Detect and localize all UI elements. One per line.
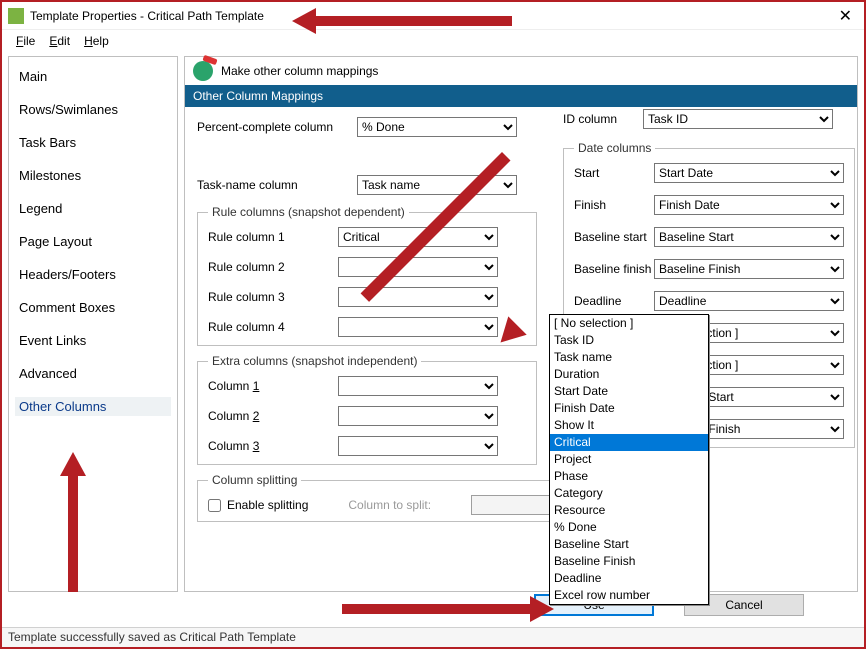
menu-help[interactable]: Help — [84, 34, 109, 48]
dropdown-option[interactable]: Phase — [550, 468, 708, 485]
rule2-label: Rule column 2 — [208, 260, 338, 274]
enable-splitting-checkbox[interactable] — [208, 499, 221, 512]
sidebar-item-headers-footers[interactable]: Headers/Footers — [15, 265, 171, 284]
percent-complete-select[interactable]: % Done — [357, 117, 517, 137]
column1-label: Column 1 — [208, 379, 338, 393]
dropdown-option[interactable]: Baseline Finish — [550, 553, 708, 570]
dropdown-option[interactable]: Duration — [550, 366, 708, 383]
column2-label: Column 2 — [208, 409, 338, 423]
extra-columns-group: Extra columns (snapshot independent) Col… — [197, 354, 537, 465]
dropdown-option[interactable]: Critical — [550, 434, 708, 451]
baseline-start-label: Baseline start — [574, 230, 654, 244]
mapping-icon — [193, 61, 213, 81]
id-column-select[interactable]: Task ID — [643, 109, 833, 129]
app-icon — [8, 8, 24, 24]
column3-select[interactable] — [338, 436, 498, 456]
menu-file[interactable]: File — [16, 34, 35, 48]
column2-select[interactable] — [338, 406, 498, 426]
dropdown-option[interactable]: Finish Date — [550, 400, 708, 417]
rule4-select[interactable] — [338, 317, 498, 337]
rule2-select[interactable] — [338, 257, 498, 277]
dropdown-option[interactable]: Task name — [550, 349, 708, 366]
rule-columns-legend: Rule columns (snapshot dependent) — [208, 205, 409, 219]
rule-columns-group: Rule columns (snapshot dependent) Rule c… — [197, 205, 537, 346]
sidebar-item-comment-boxes[interactable]: Comment Boxes — [15, 298, 171, 317]
rule1-dropdown-list[interactable]: [ No selection ]Task IDTask nameDuration… — [549, 314, 709, 605]
rule1-label: Rule column 1 — [208, 230, 338, 244]
rule4-label: Rule column 4 — [208, 320, 338, 334]
rule3-label: Rule column 3 — [208, 290, 338, 304]
dropdown-option[interactable]: % Done — [550, 519, 708, 536]
deadline-label: Deadline — [574, 294, 654, 308]
sidebar: Main Rows/Swimlanes Task Bars Milestones… — [8, 56, 178, 592]
dropdown-option[interactable]: Baseline Start — [550, 536, 708, 553]
deadline-select[interactable]: Deadline — [654, 291, 844, 311]
status-bar: Template successfully saved as Critical … — [2, 627, 864, 647]
extra-columns-legend: Extra columns (snapshot independent) — [208, 354, 421, 368]
dropdown-option[interactable]: Category — [550, 485, 708, 502]
task-name-select[interactable]: Task name — [357, 175, 517, 195]
main-panel: Make other column mappings Other Column … — [184, 56, 858, 592]
baseline-finish-select[interactable]: Baseline Finish — [654, 259, 844, 279]
rule3-select[interactable] — [338, 287, 498, 307]
enable-splitting-check[interactable]: Enable splitting — [208, 498, 308, 512]
finish-select[interactable]: Finish Date — [654, 195, 844, 215]
column3-label: Column 3 — [208, 439, 338, 453]
sidebar-item-milestones[interactable]: Milestones — [15, 166, 171, 185]
task-name-label: Task-name column — [197, 178, 357, 192]
baseline-start-select[interactable]: Baseline Start — [654, 227, 844, 247]
sidebar-item-main[interactable]: Main — [15, 67, 171, 86]
section-title: Other Column Mappings — [185, 85, 857, 107]
sidebar-item-rows-swimlanes[interactable]: Rows/Swimlanes — [15, 100, 171, 119]
sidebar-item-page-layout[interactable]: Page Layout — [15, 232, 171, 251]
column-to-split-label: Column to split: — [348, 498, 431, 512]
sidebar-item-advanced[interactable]: Advanced — [15, 364, 171, 383]
panel-subtitle: Make other column mappings — [221, 64, 378, 78]
menu-bar: File Edit Help — [2, 30, 864, 52]
dropdown-option[interactable]: Deadline — [550, 570, 708, 587]
dropdown-option[interactable]: Excel row number — [550, 587, 708, 604]
dropdown-option[interactable]: Show It — [550, 417, 708, 434]
date-columns-legend: Date columns — [574, 141, 655, 155]
dropdown-option[interactable]: Project — [550, 451, 708, 468]
baseline-finish-label: Baseline finish — [574, 262, 654, 276]
menu-edit[interactable]: Edit — [49, 34, 70, 48]
dropdown-option[interactable]: [ No selection ] — [550, 315, 708, 332]
sidebar-item-task-bars[interactable]: Task Bars — [15, 133, 171, 152]
sidebar-item-event-links[interactable]: Event Links — [15, 331, 171, 350]
dropdown-option[interactable]: Task ID — [550, 332, 708, 349]
sidebar-item-other-columns[interactable]: Other Columns — [15, 397, 171, 416]
enable-splitting-label: Enable splitting — [227, 498, 308, 512]
start-label: Start — [574, 166, 654, 180]
dropdown-option[interactable]: Start Date — [550, 383, 708, 400]
start-select[interactable]: Start Date — [654, 163, 844, 183]
sidebar-item-legend[interactable]: Legend — [15, 199, 171, 218]
column1-select[interactable] — [338, 376, 498, 396]
finish-label: Finish — [574, 198, 654, 212]
close-icon[interactable]: ✕ — [833, 6, 858, 26]
rule1-select[interactable]: Critical — [338, 227, 498, 247]
column-splitting-legend: Column splitting — [208, 473, 301, 487]
window-title: Template Properties - Critical Path Temp… — [30, 9, 833, 23]
dropdown-option[interactable]: Resource — [550, 502, 708, 519]
percent-complete-label: Percent-complete column — [197, 120, 357, 134]
id-column-label: ID column — [563, 112, 643, 126]
